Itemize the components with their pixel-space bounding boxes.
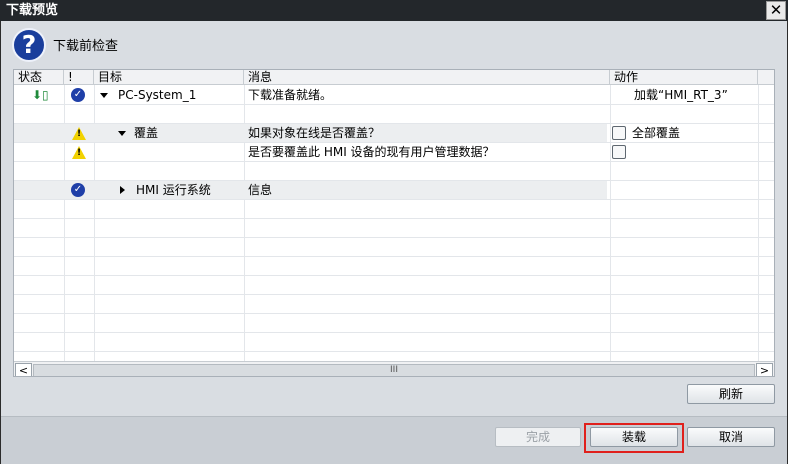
- page-title: 下载前检查: [53, 39, 119, 54]
- table-row: [14, 200, 774, 219]
- row-shade: [14, 181, 607, 199]
- collapse-arrow-icon[interactable]: [120, 186, 125, 194]
- expand-arrow-icon[interactable]: [118, 131, 126, 136]
- row-action[interactable]: 加载“HMI_RT_3”: [634, 86, 728, 104]
- table-row: [14, 162, 774, 181]
- scroll-right-button[interactable]: >: [756, 363, 773, 376]
- column-header-message[interactable]: 消息: [244, 70, 610, 85]
- warning-icon: !: [72, 127, 86, 140]
- column-header-alert[interactable]: !: [64, 70, 94, 85]
- row-message: 信息: [248, 183, 273, 197]
- cancel-button[interactable]: 取消: [687, 427, 775, 447]
- table-row: [14, 219, 774, 238]
- table-row: [14, 314, 774, 333]
- row-message: 下载准备就绪。: [248, 88, 333, 102]
- row-message: 如果对象在线是否覆盖？: [248, 126, 381, 140]
- column-header-status[interactable]: 状态: [14, 70, 64, 85]
- check-warn-icon: ✓: [71, 88, 85, 102]
- dialog-header: ? 下载前检查: [1, 21, 787, 69]
- refresh-button[interactable]: 刷新: [687, 384, 775, 404]
- check-table: 状态 ! 目标 消息 动作 ⬇▯ ✓ PC-System_1 下载准备就绪。 加…: [13, 69, 775, 377]
- table-row[interactable]: ✓ HMI 运行系统 信息: [14, 181, 774, 200]
- row-action[interactable]: 全部覆盖: [632, 124, 680, 142]
- check-icon: ✓: [71, 183, 85, 197]
- row-target: 覆盖: [134, 126, 159, 140]
- row-target: HMI 运行系统: [136, 183, 211, 197]
- download-preview-dialog: ? 下载前检查 状态 ! 目标 消息 动作 ⬇▯ ✓ PC-System_1 下…: [1, 21, 787, 464]
- column-header-filler: [758, 70, 774, 85]
- table-row: [14, 105, 774, 124]
- table-row[interactable]: ! 覆盖 如果对象在线是否覆盖？ 全部覆盖: [14, 124, 774, 143]
- window-title: 下载预览: [6, 3, 59, 18]
- row-message: 是否要覆盖此 HMI 设备的现有用户管理数据？: [248, 145, 495, 159]
- column-header-target[interactable]: 目标: [94, 70, 244, 85]
- table-row: [14, 238, 774, 257]
- table-row: [14, 276, 774, 295]
- overwrite-all-checkbox[interactable]: [612, 126, 626, 140]
- horizontal-scrollbar[interactable]: < III >: [14, 361, 774, 376]
- table-row[interactable]: ⬇▯ ✓ PC-System_1 下载准备就绪。 加载“HMI_RT_3”: [14, 86, 774, 105]
- scroll-thumb[interactable]: III: [33, 364, 755, 376]
- table-row: [14, 333, 774, 352]
- column-header-action[interactable]: 动作: [610, 70, 758, 85]
- question-icon: ?: [12, 28, 46, 62]
- table-row: [14, 295, 774, 314]
- overwrite-user-data-checkbox[interactable]: [612, 145, 626, 159]
- window-titlebar: 下载预览 ✕: [0, 0, 788, 21]
- table-row[interactable]: ! 是否要覆盖此 HMI 设备的现有用户管理数据？: [14, 143, 774, 162]
- load-button[interactable]: 装载: [590, 427, 678, 447]
- scroll-left-button[interactable]: <: [15, 363, 32, 376]
- warning-icon: !: [72, 146, 86, 159]
- download-icon: ⬇▯: [32, 88, 49, 102]
- row-target: PC-System_1: [118, 88, 197, 102]
- close-button[interactable]: ✕: [766, 1, 786, 20]
- table-row: [14, 257, 774, 276]
- finish-button[interactable]: 完成: [495, 427, 581, 447]
- expand-arrow-icon[interactable]: [100, 93, 108, 98]
